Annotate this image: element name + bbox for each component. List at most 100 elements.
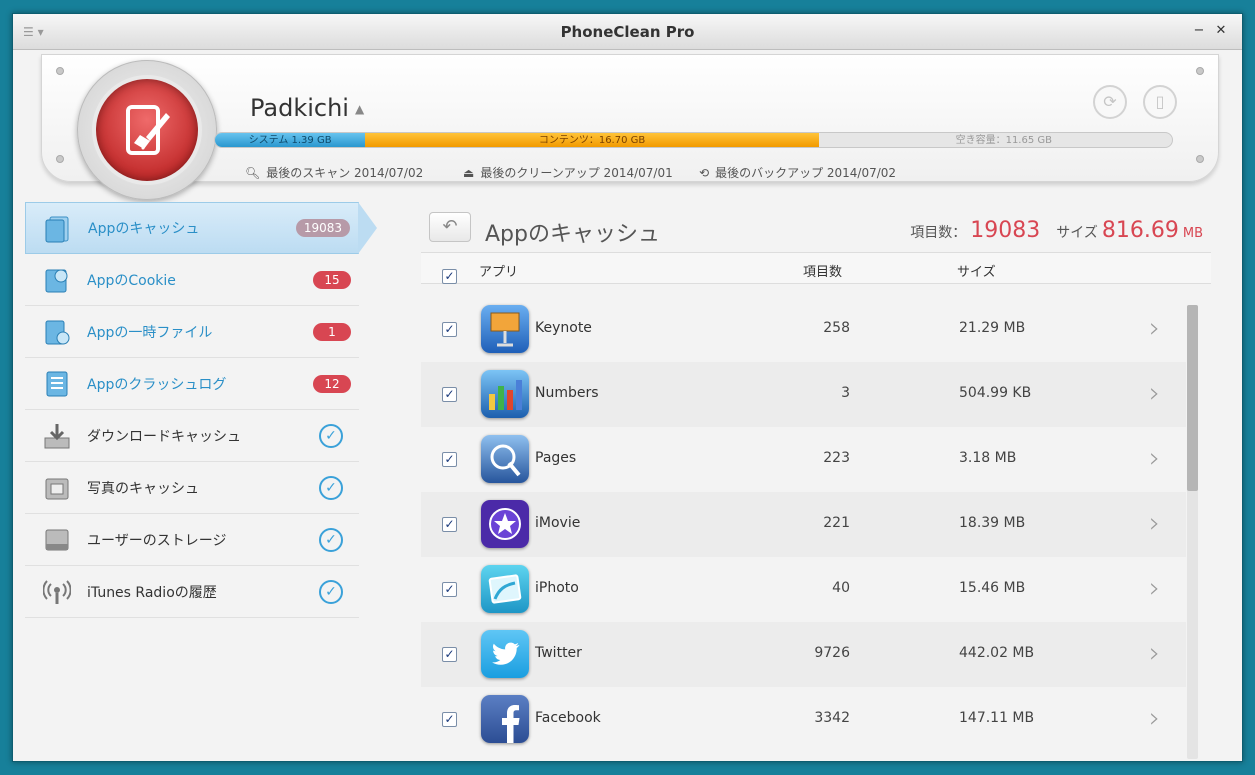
title-bar: ☰ ▾ PhoneClean Pro − ✕ [13, 14, 1242, 50]
count-badge: 1 [313, 322, 351, 341]
column-app[interactable]: アプリ [479, 261, 518, 280]
history-icon: ⟲ [699, 165, 710, 180]
item-count: 40 [832, 580, 850, 596]
search-icon: 🔍︎ [245, 165, 261, 180]
table-row[interactable]: ✓ Facebook 3342 147.11 MB › [421, 687, 1186, 752]
pages-icon [481, 435, 529, 483]
temp-file-icon [43, 318, 71, 346]
check-circle-icon[interactable]: ✓ [319, 527, 343, 552]
item-count: 223 [823, 450, 850, 466]
chevron-right-icon[interactable]: › [1149, 636, 1160, 669]
item-count: 258 [823, 320, 850, 336]
sidebar-item-label: ダウンロードキャッシュ [87, 428, 241, 445]
item-count: 3342 [814, 710, 850, 726]
table-row[interactable]: ✓ Twitter 9726 442.02 MB › [421, 622, 1186, 687]
clean-device-icon [92, 75, 202, 185]
chevron-right-icon[interactable]: › [1149, 311, 1160, 344]
last-scan-info: 🔍︎ 最後のスキャン 2014/07/02 [245, 165, 424, 181]
table-row[interactable]: ✓ Keynote 258 21.29 MB › [421, 297, 1186, 362]
column-count[interactable]: 項目数 [803, 261, 842, 280]
photo-icon [43, 474, 71, 502]
iphoto-icon [481, 565, 529, 613]
sidebar-item-app-cookie[interactable]: AppのCookie 15 [25, 254, 359, 306]
app-window: ☰ ▾ PhoneClean Pro − ✕ Padkichi ▲ システム 1.… [12, 13, 1243, 762]
sidebar-item-download-cache[interactable]: ダウンロードキャッシュ ✓ [25, 410, 359, 462]
check-circle-icon[interactable]: ✓ [319, 423, 343, 448]
sidebar-item-label: Appのクラッシュログ [87, 376, 227, 393]
row-checkbox[interactable]: ✓ [442, 647, 457, 662]
crash-log-icon [43, 370, 71, 398]
sidebar-item-label: AppのCookie [87, 272, 176, 289]
close-button[interactable]: ✕ [1212, 22, 1230, 40]
back-button[interactable]: ↶ [429, 212, 471, 242]
item-size: 442.02 MB [959, 645, 1035, 661]
facebook-icon [481, 695, 529, 743]
minimize-button[interactable]: − [1190, 22, 1208, 40]
table-row[interactable]: ✓ iPhoto 40 15.46 MB › [421, 557, 1186, 622]
chevron-right-icon[interactable]: › [1149, 441, 1160, 474]
radio-icon [42, 578, 72, 606]
phoneclean-logo [77, 60, 217, 200]
eject-icon[interactable]: ▲ [355, 102, 364, 116]
device-button[interactable]: ▯ [1143, 85, 1177, 119]
category-sidebar: Appのキャッシュ 19083 AppのCookie 15 Appの一時ファイル 1 App… [25, 202, 377, 622]
sidebar-item-label: iTunes Radioの履歴 [87, 584, 217, 601]
row-checkbox[interactable]: ✓ [442, 712, 457, 727]
refresh-button[interactable]: ⟳ [1093, 85, 1127, 119]
device-name[interactable]: Padkichi ▲ [250, 94, 364, 122]
count-badge: 12 [313, 374, 351, 393]
item-count: 3 [841, 385, 850, 401]
app-name: Keynote [535, 320, 592, 336]
screw-decoration [1196, 155, 1204, 163]
table-row[interactable]: ✓ Numbers 3 504.99 KB › [421, 362, 1186, 427]
item-count: 221 [823, 515, 850, 531]
row-checkbox[interactable]: ✓ [442, 517, 457, 532]
scrollbar[interactable] [1187, 305, 1198, 759]
device-header: Padkichi ▲ システム 1.39 GB コンテンツ：16.70 GB 空き… [13, 50, 1242, 200]
table-header: ✓ アプリ 項目数 サイズ [421, 252, 1211, 284]
table-row[interactable]: ✓ Pages 223 3.18 MB › [421, 427, 1186, 492]
row-checkbox[interactable]: ✓ [442, 387, 457, 402]
count-badge: 19083 [295, 219, 350, 237]
imovie-icon [481, 500, 529, 548]
app-cache-icon [44, 215, 72, 243]
keynote-icon [481, 305, 529, 353]
count-badge: 15 [313, 270, 351, 289]
items-count: 19083 [970, 218, 1041, 243]
chevron-right-icon[interactable]: › [1149, 506, 1160, 539]
chevron-right-icon[interactable]: › [1149, 571, 1160, 604]
app-name: Numbers [535, 385, 599, 401]
header-panel [41, 54, 1219, 182]
chevron-right-icon[interactable]: › [1149, 376, 1160, 409]
column-size[interactable]: サイズ [957, 261, 996, 280]
broom-icon: ⏏ [463, 165, 475, 180]
check-circle-icon[interactable]: ✓ [319, 579, 343, 604]
chevron-right-icon[interactable]: › [1149, 701, 1160, 734]
sidebar-item-user-storage[interactable]: ユーザーのストレージ ✓ [25, 514, 359, 566]
sidebar-item-itunes-radio-history[interactable]: iTunes Radioの履歴 ✓ [25, 566, 359, 618]
last-cleanup-info: ⏏ 最後のクリーンアップ 2014/07/01 [463, 165, 673, 181]
download-icon [43, 422, 71, 450]
app-name: Twitter [535, 645, 582, 661]
window-title: PhoneClean Pro [560, 23, 695, 41]
item-count: 9726 [814, 645, 850, 661]
phone-icon: ▯ [1155, 92, 1165, 111]
sidebar-item-app-cache[interactable]: Appのキャッシュ 19083 [25, 202, 377, 254]
content-storage-segment: コンテンツ：16.70 GB [365, 133, 819, 147]
screw-decoration [56, 67, 64, 75]
row-checkbox[interactable]: ✓ [442, 452, 457, 467]
back-arrow-icon: ↶ [442, 216, 458, 237]
sidebar-item-app-crash-log[interactable]: Appのクラッシュログ 12 [25, 358, 359, 410]
storage-bar: システム 1.39 GB コンテンツ：16.70 GB 空き容量：11.65 G… [214, 132, 1173, 148]
sidebar-item-label: 写真のキャッシュ [87, 480, 199, 497]
scrollbar-thumb[interactable] [1187, 305, 1198, 491]
sidebar-item-label: Appの一時ファイル [87, 324, 213, 341]
screw-decoration [1196, 67, 1204, 75]
table-row[interactable]: ✓ iMovie 221 18.39 MB › [421, 492, 1186, 557]
item-size: 504.99 KB [959, 385, 1032, 401]
sidebar-item-photo-cache[interactable]: 写真のキャッシュ ✓ [25, 462, 359, 514]
row-checkbox[interactable]: ✓ [442, 582, 457, 597]
sidebar-item-app-temp-files[interactable]: Appの一時ファイル 1 [25, 306, 359, 358]
row-checkbox[interactable]: ✓ [442, 322, 457, 337]
check-circle-icon[interactable]: ✓ [319, 475, 343, 500]
